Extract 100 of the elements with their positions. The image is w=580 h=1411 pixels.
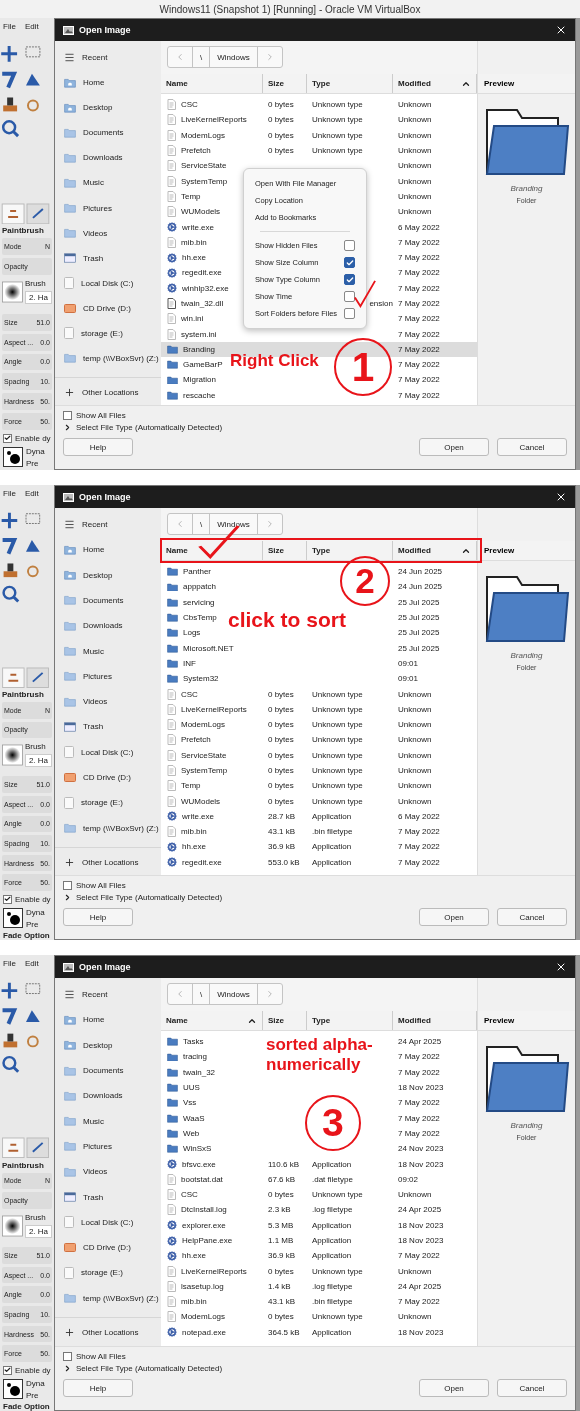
sidebar-item[interactable]: CD Drive (D:)	[55, 295, 161, 321]
sidebar-item[interactable]: Recent	[55, 512, 161, 538]
dynamics-checkbox[interactable]	[3, 434, 12, 443]
sidebar-item[interactable]: Downloads	[55, 1083, 161, 1109]
file-type-expander[interactable]: Select File Type (Automatically Detected)	[76, 423, 223, 432]
sidebar-item[interactable]: Downloads	[55, 145, 161, 171]
menu-item[interactable]: Edit	[24, 22, 39, 32]
column-header[interactable]: Name	[161, 74, 263, 93]
sidebar-item[interactable]: storage (E:)	[55, 320, 161, 346]
file-size: 36.9 kB	[267, 1251, 297, 1261]
menu-item[interactable]: File	[3, 489, 16, 499]
menu-item[interactable]: Edit	[24, 959, 39, 969]
sidebar-item[interactable]: Local Disk (C:)	[55, 1209, 161, 1235]
sidebar-item[interactable]: Local Disk (C:)	[55, 739, 161, 765]
file-size: 0 bytes	[267, 1266, 295, 1276]
column-header[interactable]: Type	[307, 541, 393, 560]
path-button[interactable]: Windows	[210, 47, 258, 67]
sidebar-item[interactable]: Other Locations	[55, 1319, 161, 1346]
option-value[interactable]: 2. Ha	[24, 291, 52, 305]
sidebar-item[interactable]: Trash	[55, 714, 161, 740]
sidebar-item[interactable]: Trash	[55, 245, 161, 271]
sidebar-item[interactable]: temp (\\VBoxSvr) (Z:)	[55, 345, 161, 371]
file-type-expander[interactable]: Select File Type (Automatically Detected)	[76, 1364, 223, 1373]
sidebar-item[interactable]: Recent	[55, 45, 161, 71]
sidebar-item[interactable]: temp (\\VBoxSvr) (Z:)	[55, 1285, 161, 1311]
dynamics-checkbox[interactable]	[3, 894, 12, 904]
preview-name: Branding	[510, 1121, 543, 1130]
sidebar-item[interactable]: Desktop	[55, 1032, 161, 1058]
sidebar-item[interactable]: Home	[55, 70, 161, 96]
dialog-button[interactable]: Help	[63, 1379, 133, 1397]
dialog-button[interactable]: Open	[419, 1379, 489, 1397]
column-header[interactable]: Type	[307, 1011, 393, 1030]
column-header[interactable]: Name	[161, 541, 263, 560]
close-icon[interactable]	[555, 24, 567, 36]
chevron-right-icon[interactable]	[63, 893, 72, 902]
sidebar-item[interactable]: Other Locations	[55, 849, 161, 875]
sidebar-item[interactable]: storage (E:)	[55, 1260, 161, 1286]
sidebar-item[interactable]: Music	[55, 1108, 161, 1134]
menu-checkbox[interactable]	[344, 291, 355, 302]
sidebar-item[interactable]: Desktop	[55, 562, 161, 588]
option-value[interactable]: 2. Ha	[24, 1224, 52, 1238]
sidebar-item[interactable]: Home	[55, 1007, 161, 1033]
path-button[interactable]: \	[193, 984, 211, 1004]
menu-item[interactable]: File	[3, 959, 16, 969]
sidebar-item[interactable]: Documents	[55, 1057, 161, 1084]
sidebar-item[interactable]: Videos	[55, 688, 161, 715]
chevron-right-icon[interactable]	[63, 1364, 72, 1373]
sidebar-item[interactable]: Music	[55, 638, 161, 664]
sidebar-item[interactable]: Videos	[55, 220, 161, 246]
sidebar-item[interactable]: Pictures	[55, 1133, 161, 1160]
path-button[interactable]: \	[193, 47, 211, 67]
menu-item[interactable]: Edit	[24, 489, 39, 499]
sidebar-item[interactable]: Trash	[55, 1184, 161, 1210]
sidebar-item[interactable]: Home	[55, 537, 161, 563]
sidebar-item[interactable]: Music	[55, 170, 161, 196]
menu-checkbox[interactable]	[344, 240, 355, 251]
column-header[interactable]: Size	[263, 541, 307, 560]
show-all-files-checkbox[interactable]	[63, 881, 72, 890]
sidebar-item[interactable]: Other Locations	[55, 380, 161, 406]
menu-checkbox[interactable]	[344, 274, 355, 285]
sidebar-item[interactable]: Documents	[55, 120, 161, 146]
dialog-button[interactable]: Open	[419, 908, 489, 926]
sidebar-item[interactable]: Downloads	[55, 613, 161, 639]
option-value[interactable]: 2. Ha	[24, 754, 52, 768]
menu-checkbox[interactable]	[344, 308, 355, 319]
path-button[interactable]: Windows	[210, 514, 258, 534]
dialog-button[interactable]: Cancel	[497, 908, 567, 926]
show-all-files-checkbox[interactable]	[63, 1352, 72, 1361]
sidebar-item[interactable]: Local Disk (C:)	[55, 270, 161, 296]
menu-checkbox[interactable]	[344, 257, 355, 268]
dialog-button[interactable]: Cancel	[497, 1379, 567, 1397]
sidebar-item[interactable]: Pictures	[55, 195, 161, 221]
menu-item[interactable]: File	[3, 22, 16, 32]
sidebar-item[interactable]: Videos	[55, 1159, 161, 1185]
chevron-right-icon[interactable]	[63, 423, 72, 432]
column-header[interactable]: Name	[161, 1011, 263, 1030]
column-header[interactable]: Size	[263, 1011, 307, 1030]
sidebar-item[interactable]: temp (\\VBoxSvr) (Z:)	[55, 815, 161, 841]
dialog-button[interactable]: Help	[63, 438, 133, 456]
column-header[interactable]: Size	[263, 74, 307, 93]
file-type-expander[interactable]: Select File Type (Automatically Detected)	[76, 893, 223, 902]
close-icon[interactable]	[555, 961, 567, 973]
sidebar-item[interactable]: CD Drive (D:)	[55, 764, 161, 791]
close-icon[interactable]	[555, 491, 567, 503]
dialog-button[interactable]: Open	[419, 438, 489, 456]
sidebar-item[interactable]: Pictures	[55, 663, 161, 689]
sidebar-item[interactable]: CD Drive (D:)	[55, 1234, 161, 1261]
sidebar-item[interactable]: Recent	[55, 982, 161, 1008]
path-button[interactable]: \	[193, 514, 211, 534]
sidebar-item[interactable]: storage (E:)	[55, 790, 161, 816]
file-type: Unknown type	[311, 781, 364, 791]
file-size: 5.3 MB	[267, 1220, 295, 1230]
dialog-button[interactable]: Help	[63, 908, 133, 926]
sidebar-item[interactable]: Desktop	[55, 95, 161, 121]
dialog-button[interactable]: Cancel	[497, 438, 567, 456]
sidebar-item[interactable]: Documents	[55, 587, 161, 614]
path-button[interactable]: Windows	[210, 984, 258, 1004]
dynamics-checkbox[interactable]	[3, 1365, 12, 1375]
show-all-files-checkbox[interactable]	[63, 411, 72, 420]
column-header[interactable]: Type	[307, 74, 393, 93]
